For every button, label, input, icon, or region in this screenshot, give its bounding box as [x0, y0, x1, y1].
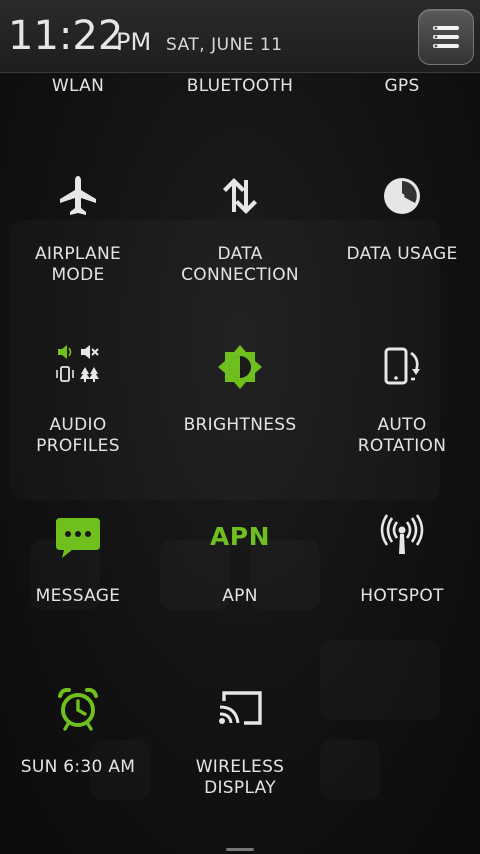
apn-text-icon: APN: [209, 522, 271, 551]
tile-wireless-display[interactable]: WIRELESS DISPLAY: [160, 685, 320, 854]
quick-settings-screen: 11:22 PM SAT, JUNE 11 WLAN BLUETOOTH GPS…: [0, 0, 480, 854]
notification-header: 11:22 PM SAT, JUNE 11: [0, 0, 480, 73]
tile-label: MESSAGE: [35, 586, 121, 606]
tile-alarm[interactable]: SUN 6:30 AM: [0, 685, 158, 854]
background-icon-ghost: [320, 740, 380, 800]
tile-message[interactable]: MESSAGE: [0, 514, 158, 685]
tile-data-connection[interactable]: DATA CONNECTION: [160, 172, 320, 343]
cast-screen-icon: [219, 691, 262, 725]
status-time: 11:22: [8, 13, 124, 59]
tile-label: SUN 6:30 AM: [20, 757, 136, 777]
quick-settings-top-row: WLAN BLUETOOTH GPS: [0, 72, 480, 102]
airplane-icon: [60, 176, 96, 215]
status-date: SAT, JUNE 11: [166, 35, 283, 55]
tile-wlan-label[interactable]: WLAN: [0, 76, 158, 96]
hotspot-icon: [380, 514, 424, 554]
brightness-icon: [218, 345, 262, 389]
data-transfer-icon: [223, 178, 257, 214]
tile-label: APN: [222, 586, 258, 606]
settings-menu-button[interactable]: [418, 9, 474, 65]
tile-label: AUDIO PROFILES: [36, 415, 120, 456]
tile-gps-label[interactable]: GPS: [322, 76, 480, 96]
status-ampm: PM: [116, 28, 152, 56]
tile-label: DATA USAGE: [346, 244, 458, 264]
tile-apn[interactable]: APN APN: [160, 514, 320, 685]
menu-lines-icon: [433, 26, 459, 48]
tile-auto-rotation[interactable]: AUTO ROTATION: [322, 343, 480, 514]
audio-profiles-icon: [56, 345, 99, 382]
message-bubble-icon: [56, 518, 100, 558]
tile-brightness[interactable]: BRIGHTNESS: [160, 343, 320, 514]
clock-pie-icon: [384, 178, 420, 214]
tile-bluetooth-label[interactable]: BLUETOOTH: [160, 76, 320, 96]
tile-label: AIRPLANE MODE: [34, 244, 122, 285]
alarm-clock-icon: [58, 687, 98, 731]
tile-hotspot[interactable]: HOTSPOT: [322, 514, 480, 685]
tile-airplane-mode[interactable]: AIRPLANE MODE: [0, 172, 158, 343]
tile-label: BRIGHTNESS: [183, 415, 297, 435]
tile-label: WIRELESS DISPLAY: [195, 757, 285, 798]
auto-rotation-icon: [384, 347, 420, 385]
tile-label: DATA CONNECTION: [181, 244, 299, 285]
tile-audio-profiles[interactable]: AUDIO PROFILES: [0, 343, 158, 514]
tile-label: AUTO ROTATION: [357, 415, 447, 456]
tile-data-usage[interactable]: DATA USAGE: [322, 172, 480, 343]
tile-label: HOTSPOT: [360, 586, 444, 606]
panel-drag-handle[interactable]: [226, 848, 254, 851]
